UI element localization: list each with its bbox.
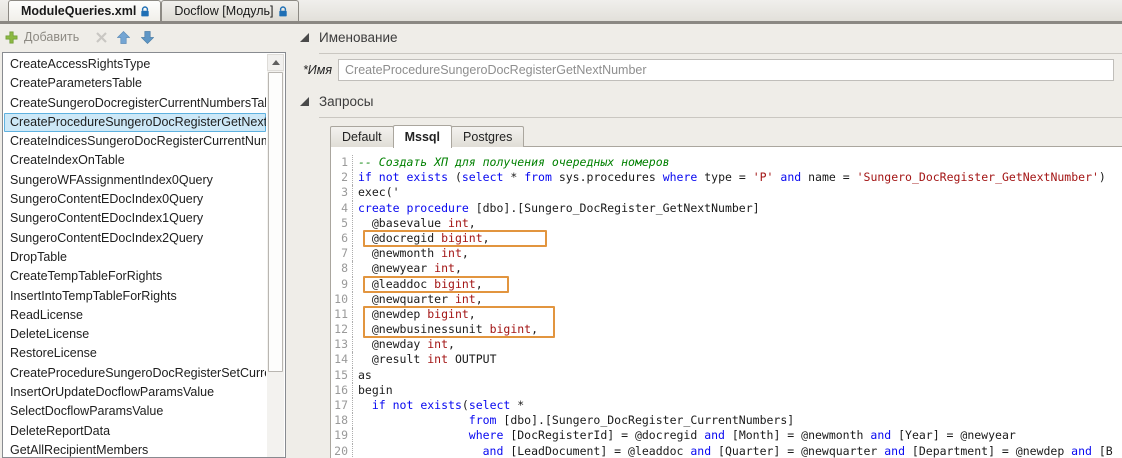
line-number: 18	[331, 413, 353, 428]
line-number: 3	[331, 185, 353, 200]
line-number: 20	[331, 444, 353, 458]
query-list-items: CreateAccessRightsTypeCreateParametersTa…	[4, 55, 266, 458]
scrollbar-thumb[interactable]	[268, 72, 283, 372]
add-query-button[interactable]: Добавить	[5, 30, 79, 44]
add-icon	[5, 31, 18, 44]
sql-code-editor[interactable]: 1-- Создать ХП для получения очередных н…	[330, 146, 1122, 458]
line-number: 13	[331, 337, 353, 352]
highlight-box	[363, 230, 547, 247]
query-list: CreateAccessRightsTypeCreateParametersTa…	[2, 52, 286, 458]
list-item[interactable]: InsertIntoTempTableForRights	[4, 287, 266, 306]
code-line: 10 @newquarter int,	[331, 292, 1122, 307]
line-number: 11	[331, 307, 353, 322]
list-item[interactable]: SungeroWFAssignmentIndex0Query	[4, 171, 266, 190]
add-button-label: Добавить	[24, 30, 79, 44]
name-input[interactable]	[338, 59, 1114, 81]
scroll-up-button[interactable]	[267, 54, 284, 71]
code-line: 18 from [dbo].[Sungero_DocRegister_Curre…	[331, 413, 1122, 428]
document-tab-bar: ModuleQueries.xml Docflow [Модуль]	[0, 0, 1122, 21]
sql-tab-postgres[interactable]: Postgres	[451, 126, 524, 147]
code-line: 16begin	[331, 383, 1122, 398]
code-line: 15as	[331, 368, 1122, 383]
name-field-label: *Имя	[296, 63, 332, 77]
tab-modulequeries-xml[interactable]: ModuleQueries.xml	[8, 0, 161, 21]
list-item[interactable]: CreateProcedureSungeroDocRegisterGetNext…	[4, 113, 266, 132]
line-number: 14	[331, 352, 353, 367]
list-item[interactable]: ReadLicense	[4, 306, 266, 325]
naming-group-header[interactable]: Именование	[300, 29, 1122, 54]
code-line: 7 @newmonth int,	[331, 246, 1122, 261]
line-number: 2	[331, 170, 353, 185]
list-item[interactable]: CreateProcedureSungeroDocRegisterSetCurr…	[4, 364, 266, 383]
code-line: 19 where [DocRegisterId] = @docregid and…	[331, 428, 1122, 443]
tab-label: Docflow [Модуль]	[174, 4, 273, 18]
code-line: 4create procedure [dbo].[Sungero_DocRegi…	[331, 201, 1122, 216]
tab-docflow-module[interactable]: Docflow [Модуль]	[161, 0, 298, 21]
line-number: 15	[331, 368, 353, 383]
highlight-box	[363, 306, 555, 338]
list-item[interactable]: InsertOrUpdateDocflowParamsValue	[4, 383, 266, 402]
lock-icon	[278, 6, 288, 17]
sql-tabbar: DefaultMssqlPostgres	[330, 124, 523, 147]
line-number: 12	[331, 322, 353, 337]
collapse-toggle-icon[interactable]	[300, 97, 309, 106]
line-number: 16	[331, 383, 353, 398]
list-item[interactable]: RestoreLicense	[4, 344, 266, 363]
line-number: 17	[331, 398, 353, 413]
move-down-icon[interactable]	[141, 31, 154, 44]
list-item[interactable]: SungeroContentEDocIndex2Query	[4, 229, 266, 248]
list-item[interactable]: SungeroContentEDocIndex0Query	[4, 190, 266, 209]
lock-icon	[140, 6, 150, 17]
list-item[interactable]: CreateSungeroDocregisterCurrentNumbersTa…	[4, 94, 266, 113]
list-item[interactable]: CreateIndicesSungeroDocRegisterCurrentNu…	[4, 132, 266, 151]
sql-tab-default[interactable]: Default	[330, 126, 394, 147]
list-item[interactable]: DeleteReportData	[4, 422, 266, 441]
code-line: 1-- Создать ХП для получения очередных н…	[331, 155, 1122, 170]
module-editor-window: ModuleQueries.xml Docflow [Модуль] Добав…	[0, 0, 1122, 458]
move-up-icon[interactable]	[117, 31, 130, 44]
list-scrollbar[interactable]	[267, 54, 284, 457]
code-line: 3exec('	[331, 185, 1122, 200]
sql-tab-mssql[interactable]: Mssql	[393, 125, 452, 148]
naming-group-title: Именование	[319, 30, 398, 45]
code-line: 8 @newyear int,	[331, 261, 1122, 276]
highlight-box	[363, 276, 509, 293]
line-number: 5	[331, 216, 353, 231]
code-line: 20 and [LeadDocument] = @leaddoc and [Qu…	[331, 444, 1122, 458]
list-item[interactable]: SelectDocflowParamsValue	[4, 402, 266, 421]
properties-panel: Именование *Имя Запросы DefaultMssqlPost…	[296, 24, 1122, 458]
line-number: 1	[331, 155, 353, 170]
queries-group-header[interactable]: Запросы	[300, 93, 1122, 118]
line-number: 10	[331, 292, 353, 307]
list-item[interactable]: DropTable	[4, 248, 266, 267]
line-number: 9	[331, 277, 353, 292]
code-line: 17 if not exists(select *	[331, 398, 1122, 413]
delete-icon[interactable]	[95, 31, 108, 44]
list-item[interactable]: GetAllRecipientMembers	[4, 441, 266, 458]
list-item[interactable]: CreateParametersTable	[4, 74, 266, 93]
line-number: 7	[331, 246, 353, 261]
line-number: 8	[331, 261, 353, 276]
code-line: 13 @newday int,	[331, 337, 1122, 352]
collapse-toggle-icon[interactable]	[300, 33, 309, 42]
list-item[interactable]: CreateTempTableForRights	[4, 267, 266, 286]
list-item[interactable]: SungeroContentEDocIndex1Query	[4, 209, 266, 228]
code-line: 2if not exists (select * from sys.proced…	[331, 170, 1122, 185]
tab-label: ModuleQueries.xml	[21, 4, 136, 18]
list-item[interactable]: CreateAccessRightsType	[4, 55, 266, 74]
list-item[interactable]: DeleteLicense	[4, 325, 266, 344]
code-line: 14 @result int OUTPUT	[331, 352, 1122, 367]
list-item[interactable]: CreateIndexOnTable	[4, 151, 266, 170]
query-list-toolbar: Добавить	[0, 24, 292, 50]
code-line: 5 @basevalue int,	[331, 216, 1122, 231]
line-number: 6	[331, 231, 353, 246]
line-number: 19	[331, 428, 353, 443]
queries-group-title: Запросы	[319, 94, 373, 109]
line-number: 4	[331, 201, 353, 216]
scroll-up-icon	[272, 60, 280, 65]
name-field-row: *Имя	[296, 59, 1114, 81]
